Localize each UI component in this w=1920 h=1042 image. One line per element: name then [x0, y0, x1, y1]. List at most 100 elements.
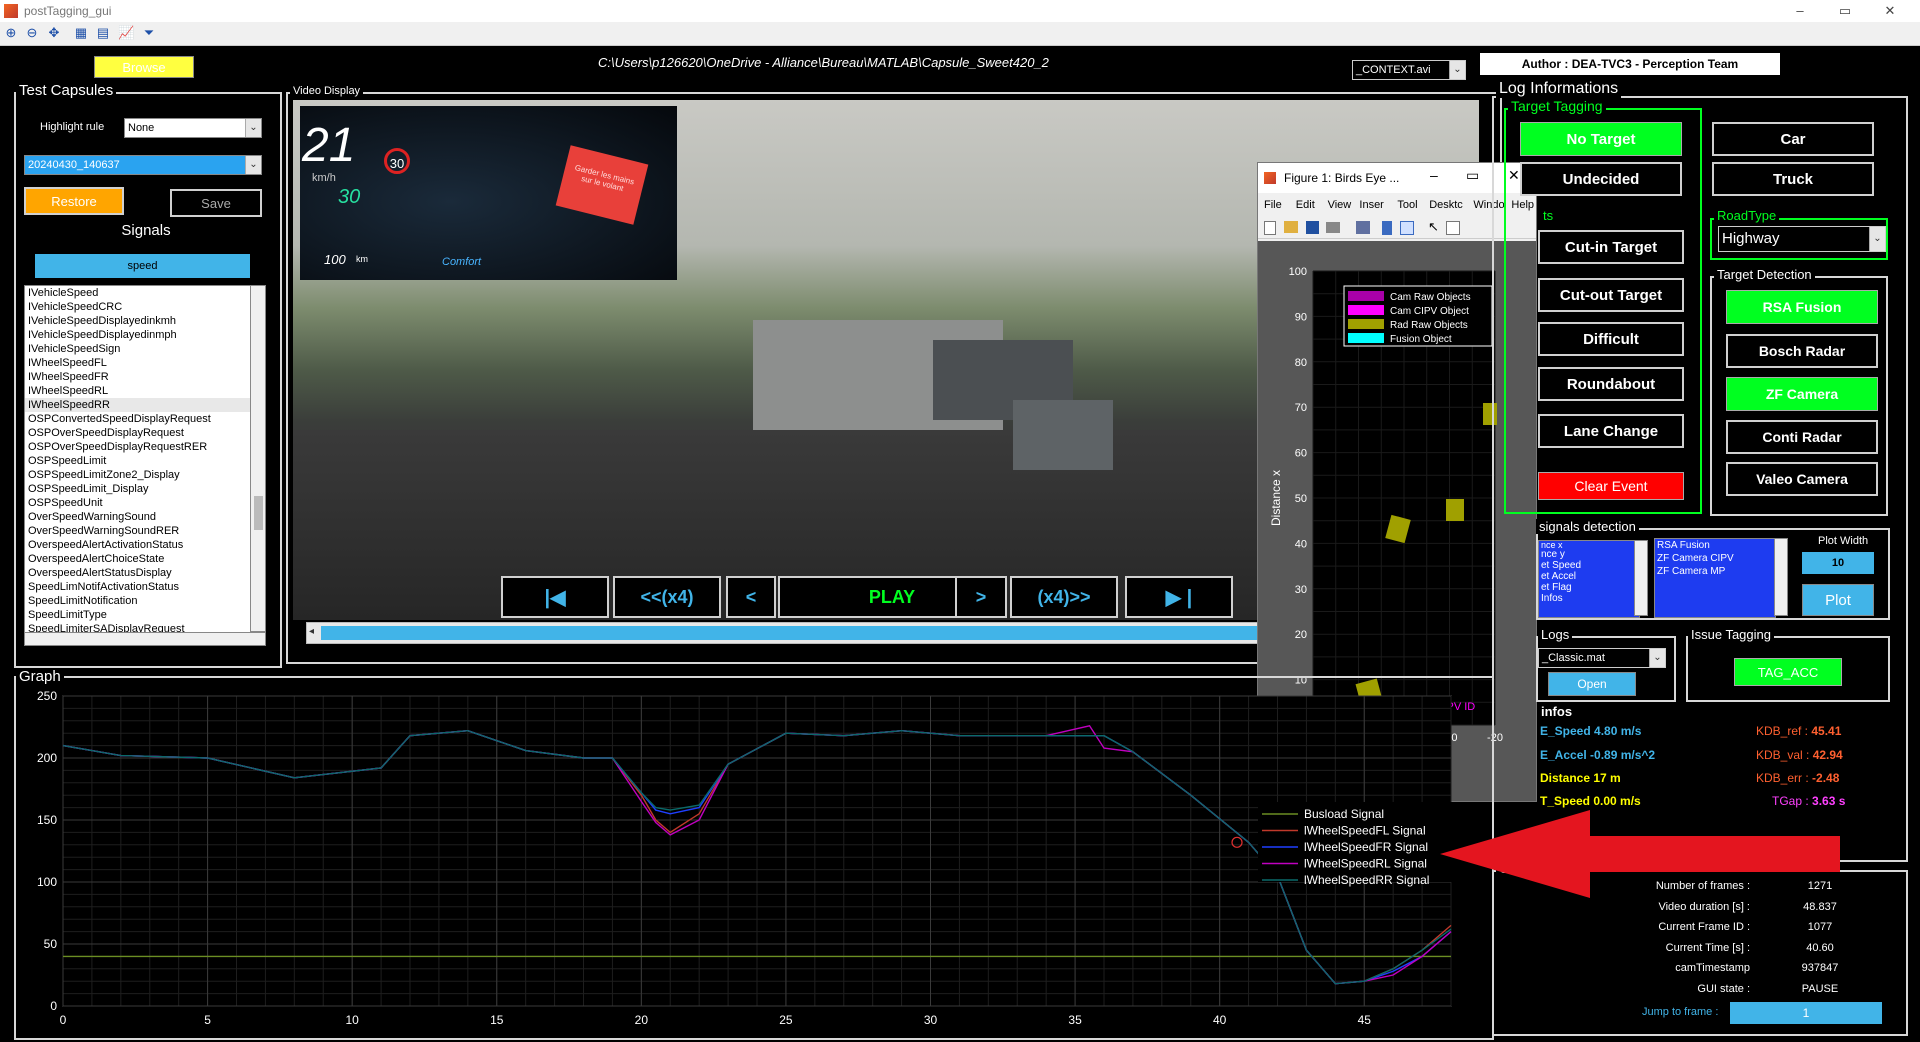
jump-to-frame-input[interactable]: 1 [1730, 1002, 1882, 1024]
pan-icon[interactable]: ✥ [46, 25, 62, 41]
signal-list-item[interactable]: IVehicleSpeedDisplayedinmph [25, 328, 251, 342]
plot-button[interactable]: Plot [1802, 584, 1874, 616]
step-forward-button-visible[interactable]: > [955, 576, 1007, 618]
new-figure-icon[interactable] [1264, 221, 1276, 235]
source-item[interactable]: RSA Fusion [1655, 539, 1775, 552]
context-select[interactable]: _CONTEXT.avi ⌄ [1352, 60, 1466, 80]
colorbar-icon[interactable]: ▤ [95, 25, 111, 41]
datacursor-icon[interactable]: ▦ [73, 25, 89, 41]
signal-filter-input[interactable]: speed [35, 254, 250, 278]
plot-width-input[interactable]: 10 [1802, 552, 1874, 574]
open-file-icon[interactable] [1284, 221, 1298, 233]
signal-list-item[interactable]: OSPConvertedSpeedDisplayRequest [25, 412, 251, 426]
pointer-icon[interactable]: ↖ [1428, 219, 1439, 235]
signals-detection-listbox[interactable]: nce x nce y et Speed et Accel et Flag Infos [1538, 540, 1640, 618]
close-button[interactable]: ✕ [1870, 0, 1910, 22]
signal-list-item[interactable]: OSPOverSpeedDisplayRequest [25, 426, 251, 440]
rewind-x4-button[interactable]: <<(x4) [613, 576, 721, 618]
save-icon[interactable] [1306, 221, 1319, 234]
signal-detection-item[interactable]: Infos [1539, 593, 1639, 604]
menu-item-file[interactable]: File [1264, 199, 1282, 211]
source-item[interactable]: ZF Camera CIPV [1655, 552, 1775, 565]
zoom-out-icon[interactable]: ⊖ [24, 25, 40, 41]
last-frame-button[interactable]: ▶ | [1125, 576, 1233, 618]
signal-list-item[interactable]: OverSpeedWarningSoundRER [25, 524, 251, 538]
forward-x4-button[interactable]: (x4)>> [1010, 576, 1118, 618]
link-icon[interactable] [1356, 221, 1370, 234]
menu-item-inser[interactable]: Inser [1359, 199, 1383, 211]
signal-list-item[interactable]: OverspeedAlertActivationStatus [25, 538, 251, 552]
zf-camera-button[interactable]: ZF Camera [1726, 377, 1878, 411]
signal-list-item[interactable]: IVehicleSpeedSign [25, 342, 251, 356]
valeo-camera-button[interactable]: Valeo Camera [1726, 462, 1878, 496]
sources-listbox[interactable]: RSA Fusion ZF Camera CIPV ZF Camera MP [1654, 538, 1776, 618]
signal-item[interactable]: nce x [1539, 541, 1639, 549]
save-button[interactable]: Save [170, 189, 262, 217]
menu-item-edit[interactable]: Edit [1296, 199, 1315, 211]
first-frame-button[interactable]: |◀ [501, 576, 609, 618]
restore-button[interactable]: Restore [24, 187, 124, 215]
colorbar-icon[interactable] [1382, 221, 1392, 235]
capsule-select[interactable]: 20240430_140637 ⌄ [24, 155, 262, 175]
highlight-rule-select[interactable]: None ⌄ [124, 118, 262, 138]
truck-button[interactable]: Truck [1712, 162, 1874, 196]
signal-list-item[interactable]: OSPSpeedLimit [25, 454, 251, 468]
undecided-button[interactable]: Undecided [1520, 162, 1682, 196]
signal-list-item[interactable]: OverspeedAlertChoiceState [25, 552, 251, 566]
maximize-button[interactable]: ▭ [1466, 167, 1479, 184]
no-target-button[interactable]: No Target [1520, 122, 1682, 156]
signal-list-item[interactable]: OSPOverSpeedDisplayRequestRER [25, 440, 251, 454]
signal-list-item[interactable]: IWheelSpeedFR [25, 370, 251, 384]
signals-detection-scrollbar[interactable] [1634, 540, 1648, 616]
signal-list-item[interactable]: SpeedLimitType [25, 608, 251, 622]
lane-change-button[interactable]: Lane Change [1538, 414, 1684, 448]
signal-list-item[interactable]: OSPSpeedUnit [25, 496, 251, 510]
minimize-button[interactable]: – [1780, 0, 1820, 22]
menu-item-tool[interactable]: Tool [1397, 199, 1417, 211]
signal-list-item[interactable]: IVehicleSpeed [25, 286, 251, 300]
logs-select[interactable]: _Classic.mat ⌄ [1538, 648, 1666, 668]
rsa-fusion-button[interactable]: RSA Fusion [1726, 290, 1878, 324]
signal-list-item[interactable]: OverspeedAlertStatusDisplay [25, 566, 251, 580]
sources-scrollbar[interactable] [1774, 538, 1788, 616]
legend-icon[interactable] [1400, 221, 1414, 235]
signal-list-item[interactable]: SpeedLimNotifActivationStatus [25, 580, 251, 594]
signal-list-item[interactable]: IVehicleSpeedDisplayedinkmh [25, 314, 251, 328]
property-editor-icon[interactable] [1446, 221, 1460, 235]
cut-in-target-button[interactable]: Cut-in Target [1538, 230, 1684, 264]
conti-radar-button[interactable]: Conti Radar [1726, 420, 1878, 454]
plot-icon[interactable]: 📈 [118, 25, 134, 41]
signal-detection-item[interactable]: nce y [1539, 549, 1639, 560]
menu-item-view[interactable]: View [1328, 199, 1352, 211]
minimize-button[interactable]: – [1430, 167, 1438, 183]
signal-list-item[interactable]: OverSpeedWarningSound [25, 510, 251, 524]
roundabout-button[interactable]: Roundabout [1538, 367, 1684, 401]
signal-list-item[interactable]: IVehicleSpeedCRC [25, 300, 251, 314]
speed-chart[interactable]: 0 5 10 15 20 25 30 35 40 45 0 50 100 150 200 250 Busload… [18, 684, 1488, 1034]
zoom-in-icon[interactable]: ⊕ [3, 25, 19, 41]
menu-item-desktc[interactable]: Desktc [1429, 199, 1463, 211]
signal-detection-item[interactable]: et Speed [1539, 560, 1639, 571]
maximize-button[interactable]: ▭ [1825, 0, 1865, 22]
signal-list-item[interactable]: OSPSpeedLimitZone2_Display [25, 468, 251, 482]
signal-list-item[interactable]: SpeedLimitNotification [25, 594, 251, 608]
signals-hscrollbar[interactable] [24, 632, 266, 646]
roadtype-select[interactable]: Highway ⌄ [1718, 226, 1886, 252]
browse-button[interactable]: Browse [94, 56, 194, 78]
clear-event-button[interactable]: Clear Event [1538, 472, 1684, 500]
car-button[interactable]: Car [1712, 122, 1874, 156]
cut-out-target-button[interactable]: Cut-out Target [1538, 278, 1684, 312]
progress-left-arrow[interactable]: ◂ [309, 626, 314, 637]
signal-list-item[interactable]: IWheelSpeedRL [25, 384, 251, 398]
signal-detection-item[interactable]: et Accel [1539, 571, 1639, 582]
open-button[interactable]: Open [1548, 672, 1636, 696]
signal-detection-item[interactable]: et Flag [1539, 582, 1639, 593]
signal-list-item[interactable]: IWheelSpeedFL [25, 356, 251, 370]
filter-icon[interactable]: ⏷ [141, 25, 157, 41]
print-icon[interactable] [1326, 222, 1340, 233]
bosch-radar-button[interactable]: Bosch Radar [1726, 334, 1878, 368]
tag-acc-button[interactable]: TAG_ACC [1734, 658, 1842, 686]
signal-list-item[interactable]: OSPSpeedLimit_Display [25, 482, 251, 496]
difficult-button[interactable]: Difficult [1538, 322, 1684, 356]
step-back-button[interactable]: < [726, 576, 776, 618]
